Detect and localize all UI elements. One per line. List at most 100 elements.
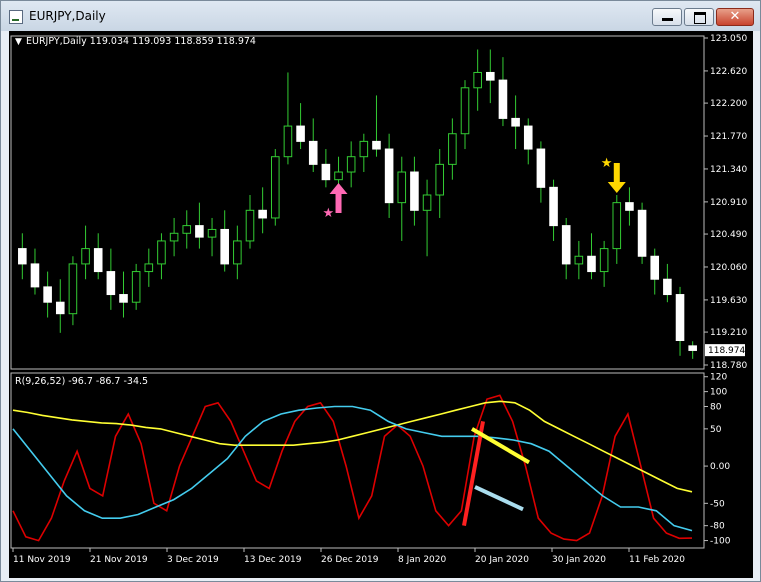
candle-body bbox=[334, 171, 343, 181]
candle-body bbox=[574, 255, 584, 265]
candle-body bbox=[663, 278, 672, 296]
chart-area[interactable]: ★ ★ 123.050 122.620 122.200 121.770 121.340 12… bbox=[9, 31, 753, 578]
candle-body bbox=[397, 171, 407, 204]
indicator-lines bbox=[12, 394, 693, 542]
indicator-axis-label: 80 bbox=[710, 403, 722, 413]
candle-body bbox=[498, 79, 508, 119]
indicator-axis-label: -100 bbox=[710, 537, 731, 547]
candle-body bbox=[30, 263, 40, 288]
candle-body bbox=[169, 232, 179, 242]
close-button[interactable]: ✕ bbox=[716, 8, 754, 26]
panel-headers: ▼ EURJPY,Daily 119.034 119.093 118.859 1… bbox=[15, 36, 256, 387]
candle-body bbox=[296, 125, 305, 142]
candle-body bbox=[384, 148, 394, 204]
price-panel-header: EURJPY,Daily 119.034 119.093 118.859 118… bbox=[26, 36, 256, 47]
candlesticks bbox=[18, 49, 697, 359]
candle-body bbox=[283, 125, 293, 158]
date-axis-label: 30 Jan 2020 bbox=[552, 555, 606, 565]
candle-body bbox=[144, 263, 154, 273]
candle-body bbox=[599, 248, 609, 273]
current-price-label: 118.974 bbox=[708, 346, 745, 356]
candle-body bbox=[587, 255, 596, 273]
candle-body bbox=[650, 255, 660, 280]
candle-body bbox=[448, 133, 457, 165]
candle-body bbox=[625, 202, 634, 211]
date-axis-label: 3 Dec 2019 bbox=[167, 555, 219, 565]
indicator-panel-header: R(9,26,52) -96.7 -86.7 -34.5 bbox=[15, 376, 148, 387]
buy-star-icon: ★ bbox=[323, 206, 335, 221]
candle-body bbox=[473, 71, 482, 89]
candle-body bbox=[435, 163, 445, 196]
price-axis-label: 121.770 bbox=[710, 132, 747, 142]
maximize-icon bbox=[694, 12, 706, 24]
minimize-button[interactable] bbox=[652, 8, 682, 26]
candle-body bbox=[688, 345, 697, 351]
indicator-axis-label: -80 bbox=[710, 522, 725, 532]
candle-body bbox=[220, 228, 229, 265]
chart-window-icon bbox=[9, 10, 23, 24]
candle-body bbox=[233, 240, 242, 265]
candle-body bbox=[612, 202, 622, 250]
chart-svg[interactable]: ★★ 123.050122.620122.200121.770121.34012… bbox=[9, 31, 753, 578]
candle-body bbox=[119, 294, 128, 303]
candle-body bbox=[523, 125, 533, 150]
title-bar[interactable]: EURJPY,Daily ✕ bbox=[1, 1, 760, 31]
price-axis-label: 119.210 bbox=[710, 328, 747, 338]
candle-body bbox=[486, 71, 495, 81]
candle-body bbox=[131, 271, 141, 303]
chart-window: EURJPY,Daily ✕ ★ ★ 123.050 122.620 122.200 1… bbox=[0, 0, 761, 582]
indicator-axis-label: -50 bbox=[710, 499, 725, 509]
candle-body bbox=[410, 171, 419, 211]
price-axis-label: 123.050 bbox=[710, 34, 747, 44]
candle-body bbox=[549, 186, 558, 227]
price-triangle-icon[interactable]: ▼ bbox=[15, 37, 22, 47]
candle-body bbox=[460, 87, 470, 135]
candle-body bbox=[372, 140, 381, 150]
candle-body bbox=[359, 140, 369, 158]
candle-body bbox=[68, 263, 78, 315]
candle-body bbox=[195, 225, 204, 238]
candle-body bbox=[43, 286, 52, 303]
indicator-axis-label: 120 bbox=[710, 373, 727, 383]
price-axis-label: 121.340 bbox=[710, 165, 747, 175]
candle-body bbox=[258, 209, 267, 219]
indicator-axis-label: 0.00 bbox=[710, 462, 730, 472]
candle-body bbox=[18, 248, 27, 265]
indicator-panel-border bbox=[10, 372, 705, 549]
minimize-icon bbox=[662, 18, 673, 21]
date-axis-label: 26 Dec 2019 bbox=[321, 555, 379, 565]
date-axis-label: 8 Jan 2020 bbox=[398, 555, 446, 565]
candle-body bbox=[536, 148, 546, 188]
maximize-button[interactable] bbox=[684, 8, 714, 26]
candle-body bbox=[511, 117, 520, 127]
candle-body bbox=[106, 271, 116, 296]
candle-body bbox=[321, 163, 331, 181]
indicator-axis-label: 100 bbox=[710, 388, 727, 398]
candle-body bbox=[308, 140, 318, 165]
price-panel-border bbox=[10, 35, 705, 370]
date-axis-label: 13 Dec 2019 bbox=[244, 555, 302, 565]
cyan-trend-annotation bbox=[474, 485, 524, 512]
candle-body bbox=[81, 248, 90, 265]
candle-body bbox=[270, 156, 280, 219]
date-axis-label: 11 Nov 2019 bbox=[13, 555, 71, 565]
date-axis-label: 11 Feb 2020 bbox=[629, 555, 685, 565]
indicator-axis-label: 50 bbox=[710, 425, 722, 435]
candle-body bbox=[675, 294, 685, 341]
candle-body bbox=[422, 194, 432, 211]
price-axis-label: 118.780 bbox=[710, 361, 747, 371]
candle-body bbox=[207, 228, 217, 238]
date-axis-label: 20 Jan 2020 bbox=[475, 555, 529, 565]
price-axis-label: 120.910 bbox=[710, 198, 747, 208]
price-axis-label: 120.490 bbox=[710, 230, 747, 240]
candle-body bbox=[55, 301, 65, 315]
candle-body bbox=[245, 209, 255, 242]
price-axis-label: 122.620 bbox=[710, 67, 747, 77]
signal-markers: ★★ bbox=[323, 156, 626, 221]
candle-body bbox=[346, 156, 356, 173]
candle-body bbox=[182, 225, 192, 234]
window-title: EURJPY,Daily bbox=[29, 9, 106, 23]
close-icon: ✕ bbox=[729, 9, 741, 24]
price-axis-label: 119.630 bbox=[710, 296, 747, 306]
yellow-indicator-line bbox=[12, 400, 693, 493]
